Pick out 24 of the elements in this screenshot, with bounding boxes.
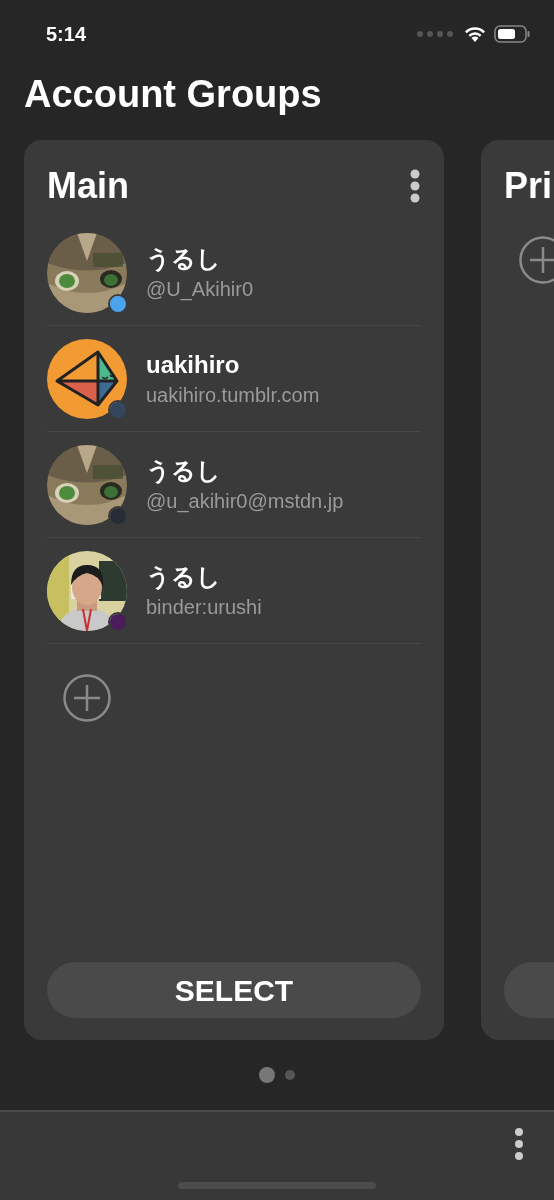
- status-time: 5:14: [46, 22, 87, 47]
- account-handle: uakihiro.tumblr.com: [146, 382, 320, 408]
- account-handle: binder:urushi: [146, 594, 262, 620]
- account-handle: @U_Akihir0: [146, 276, 253, 302]
- select-button[interactable]: SELECT: [47, 962, 421, 1018]
- account-row[interactable]: uakihiro uakihiro.tumblr.com: [47, 326, 421, 432]
- account-name: うるし: [146, 561, 222, 592]
- account-name: うるし: [146, 455, 222, 486]
- diamond-logo-icon: [47, 338, 127, 419]
- account-name: うるし: [146, 243, 222, 274]
- account-row[interactable]: うるし binder:urushi: [47, 538, 421, 644]
- group-title: Pri: [504, 164, 553, 208]
- more-icon[interactable]: [409, 169, 421, 203]
- page-title: Account Groups: [23, 72, 323, 117]
- account-name: uakihiro: [146, 349, 241, 380]
- add-icon[interactable]: [63, 674, 111, 722]
- account-handle: @u_akihir0@mstdn.jp: [146, 488, 344, 514]
- wifi-icon: [464, 26, 486, 42]
- battery-icon: [494, 25, 530, 43]
- add-icon[interactable]: [519, 236, 554, 284]
- account-row[interactable]: うるし @U_Akihir0: [47, 220, 421, 326]
- signal-icon: [416, 30, 456, 38]
- account-row[interactable]: うるし @u_akihir0@mstdn.jp: [47, 432, 421, 538]
- group-title: Main: [47, 164, 129, 208]
